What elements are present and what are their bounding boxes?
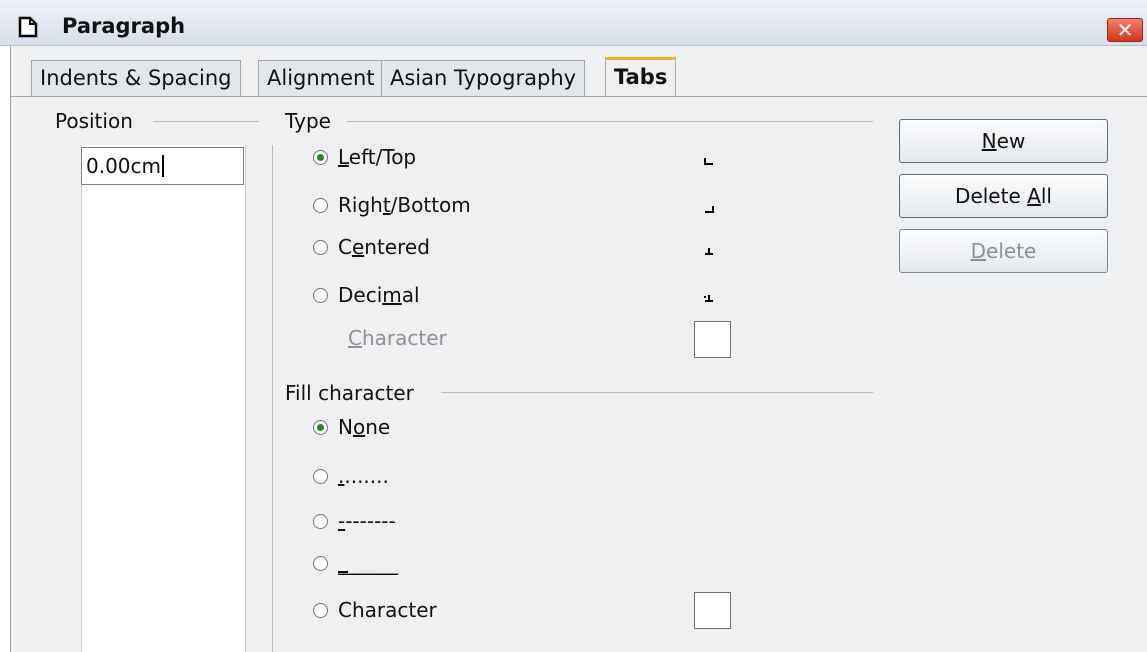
new-button[interactable]: New <box>899 119 1108 163</box>
center-tab-icon <box>704 248 714 256</box>
close-button[interactable]: ✕ <box>1107 18 1143 42</box>
tab-label: Tabs <box>614 65 668 89</box>
type-centered-radio[interactable]: Centered <box>313 235 430 259</box>
type-rule <box>347 121 873 122</box>
radio-label: Centered <box>338 235 430 259</box>
radio-icon <box>313 197 328 213</box>
fill-character-radio[interactable]: Character <box>313 598 437 622</box>
decimal-tab-icon <box>704 295 714 303</box>
tab-label: Alignment <box>267 66 375 90</box>
type-vertical-rule <box>272 145 273 652</box>
delete-all-button[interactable]: Delete All <box>899 174 1108 218</box>
dialog-title: Paragraph <box>62 14 186 38</box>
radio-label: Decimal <box>338 283 420 307</box>
decimal-character-input[interactable] <box>694 321 731 358</box>
type-character-label: Character <box>348 326 447 350</box>
fill-rule <box>441 392 873 393</box>
fill-character-legend: Fill character <box>285 381 414 405</box>
text-caret <box>162 155 165 177</box>
radio-label: ........ <box>338 464 389 488</box>
type-left-top-radio[interactable]: Left/Top <box>313 145 416 169</box>
character-label: Character <box>348 326 447 350</box>
button-label: Delete All <box>955 184 1052 208</box>
dialog-content: Indents & Spacing Alignment Asian Typogr… <box>10 46 1147 652</box>
fill-dashes-radio[interactable]: -------- <box>313 509 396 533</box>
close-icon: ✕ <box>1116 18 1134 42</box>
radio-checked-icon <box>313 149 328 165</box>
position-rule <box>153 121 259 122</box>
radio-label: Left/Top <box>338 145 417 169</box>
position-list[interactable] <box>81 145 246 652</box>
fill-character-input[interactable] <box>694 592 731 629</box>
tab-tabs[interactable]: Tabs <box>605 57 677 97</box>
radio-icon <box>313 602 328 618</box>
document-icon <box>18 16 38 42</box>
dialog-titlebar: Paragraph ✕ <box>0 0 1147 46</box>
radio-label: Right/Bottom <box>338 193 471 217</box>
tab-divider <box>11 96 1147 97</box>
radio-label: ______ <box>338 551 398 575</box>
left-tab-icon <box>704 158 714 166</box>
position-input[interactable]: 0.00cm <box>81 147 244 185</box>
delete-button[interactable]: Delete <box>899 229 1108 273</box>
radio-icon <box>313 287 328 303</box>
radio-label: None <box>338 415 391 439</box>
radio-icon <box>313 468 328 484</box>
tab-indents-spacing[interactable]: Indents & Spacing <box>31 60 241 96</box>
type-legend: Type <box>285 109 331 133</box>
button-label: New <box>981 129 1026 153</box>
position-value: 0.00cm <box>86 154 162 178</box>
fill-none-radio[interactable]: None <box>313 415 390 439</box>
radio-checked-icon <box>313 419 328 435</box>
position-legend: Position <box>55 109 133 133</box>
type-right-bottom-radio[interactable]: Right/Bottom <box>313 193 471 217</box>
radio-icon <box>313 513 328 529</box>
type-decimal-radio[interactable]: Decimal <box>313 283 420 307</box>
radio-label: -------- <box>338 509 396 533</box>
fill-underscore-radio[interactable]: ______ <box>313 551 398 575</box>
radio-label: Character <box>338 598 437 622</box>
tab-label: Asian Typography <box>390 66 577 90</box>
button-label: Delete <box>970 239 1037 263</box>
tab-asian-typography[interactable]: Asian Typography <box>381 60 586 96</box>
radio-icon <box>313 555 328 571</box>
tab-alignment[interactable]: Alignment <box>258 60 384 96</box>
radio-icon <box>313 239 328 255</box>
right-tab-icon <box>704 206 714 214</box>
fill-dots-radio[interactable]: ........ <box>313 464 389 488</box>
tab-label: Indents & Spacing <box>40 66 232 90</box>
